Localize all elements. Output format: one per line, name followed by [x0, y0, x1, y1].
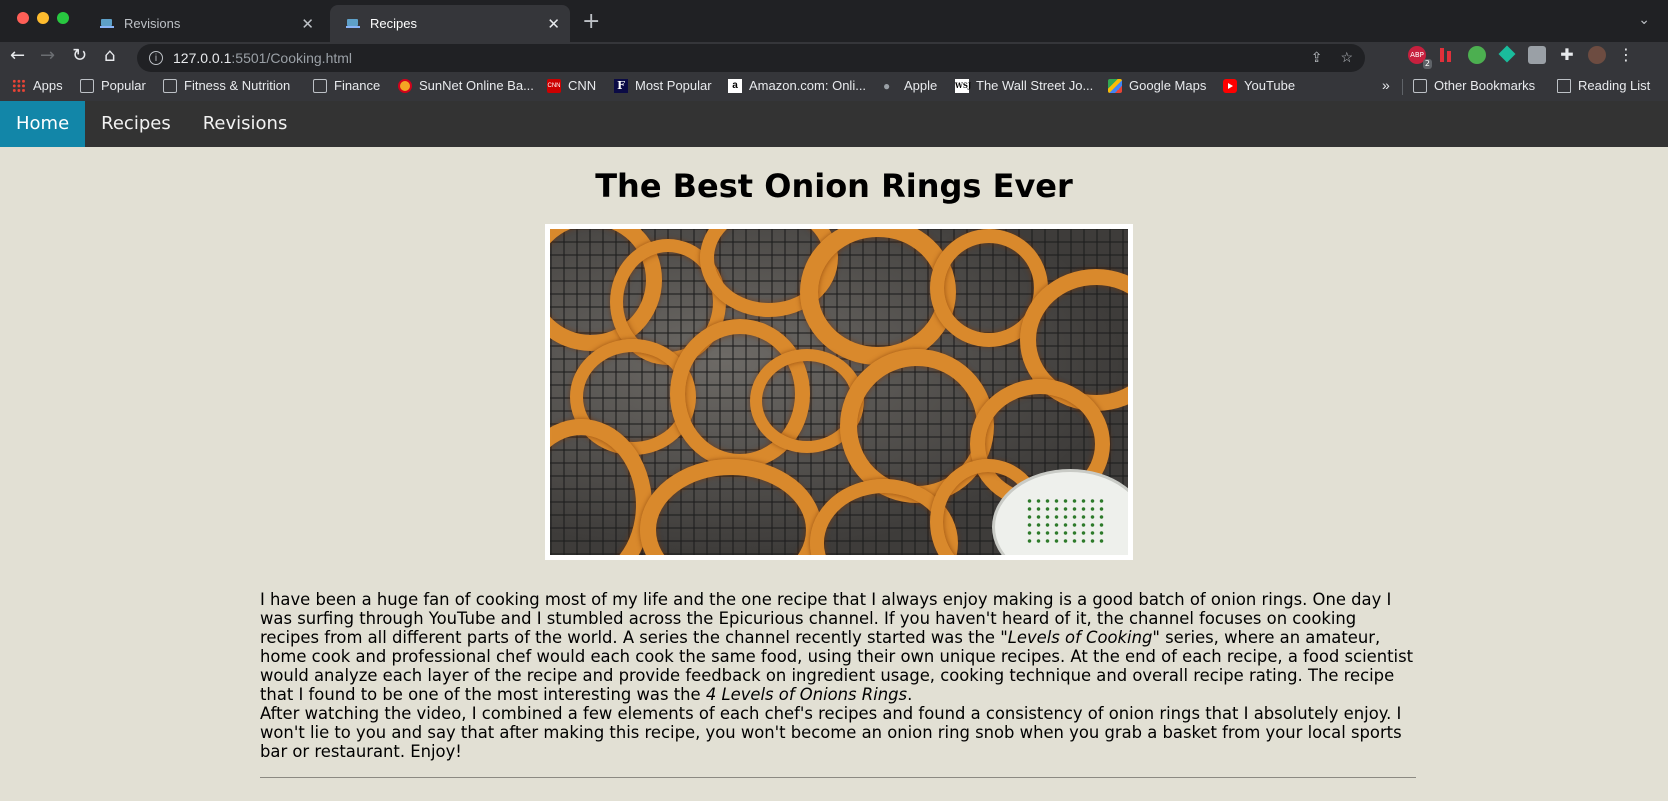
onion-rings-photo — [550, 229, 1128, 555]
horizontal-rule — [260, 777, 1416, 778]
bookmark-star-icon[interactable]: ☆ — [1340, 49, 1353, 66]
reading-list-icon — [1557, 78, 1571, 93]
new-tab-button[interactable]: + — [582, 9, 600, 34]
page-title: The Best Onion Rings Ever — [595, 167, 1073, 205]
grey-extension-icon[interactable] — [1528, 46, 1546, 64]
article-body: I have been a huge fan of cooking most o… — [260, 590, 1416, 761]
bookmark-youtube[interactable]: YouTube — [1223, 78, 1295, 93]
bookmark-label: Apple — [904, 78, 938, 93]
bookmark-label: Finance — [334, 78, 381, 93]
bookmark-label: SunNet Online Ba... — [419, 78, 534, 93]
episode-title: 4 Levels of Onions Rings — [705, 685, 908, 704]
zoom-window-button[interactable] — [57, 12, 69, 24]
nav-revisions-link[interactable]: Revisions — [187, 101, 304, 147]
site-navbar: Home Recipes Revisions — [0, 101, 1668, 147]
hero-image-frame — [545, 224, 1133, 560]
folder-icon — [163, 78, 177, 93]
browser-chrome: Revisions ✕ Recipes ✕ + ⌄ ← → ↻ ⌂ i 127.… — [0, 0, 1668, 101]
bookmark-label: Google Maps — [1129, 78, 1207, 93]
intro-paragraph: I have been a huge fan of cooking most o… — [260, 590, 1416, 704]
extensions-area: ABP 2 ✚ ⋮ — [1408, 46, 1636, 69]
laptop-icon — [346, 18, 360, 29]
nav-home-link[interactable]: Home — [0, 101, 86, 147]
address-bar[interactable]: i 127.0.0.1:5501/Cooking.html ⇪ ☆ — [137, 44, 1365, 72]
laptop-icon — [100, 18, 114, 29]
bookmark-wsj[interactable]: WSJ The Wall Street Jo... — [955, 78, 1093, 93]
site-info-icon[interactable]: i — [149, 51, 163, 65]
second-paragraph: After watching the video, I combined a f… — [260, 704, 1402, 761]
youtube-icon — [1223, 78, 1237, 93]
close-window-button[interactable] — [17, 12, 29, 24]
adblock-extension-icon[interactable]: ABP 2 — [1408, 46, 1432, 69]
google-maps-icon — [1108, 78, 1122, 93]
close-tab-icon[interactable]: ✕ — [547, 15, 560, 33]
bookmark-label: Most Popular — [635, 78, 712, 93]
bookmark-fitness-nutrition[interactable]: Fitness & Nutrition — [163, 78, 290, 93]
bar-chart-extension-icon[interactable] — [1438, 46, 1456, 64]
bookmark-other-bookmarks[interactable]: Other Bookmarks — [1413, 78, 1535, 93]
bookmark-sunnet[interactable]: SunNet Online Ba... — [398, 78, 534, 93]
tab-title: Recipes — [370, 16, 417, 31]
folder-icon — [80, 78, 94, 93]
reading-list-label: Reading List — [1578, 78, 1651, 93]
bookmark-label: Apps — [33, 78, 63, 93]
apple-icon: ● — [883, 78, 891, 93]
text-run: . — [907, 685, 913, 704]
series-title: "Levels of Cooking" — [1000, 628, 1160, 647]
bookmarks-bar: Apps Popular Fitness & Nutrition Finance… — [0, 72, 1668, 101]
forbes-icon: F — [614, 78, 628, 93]
close-tab-icon[interactable]: ✕ — [301, 15, 314, 33]
teal-extension-icon[interactable] — [1498, 46, 1516, 64]
bookmark-google-maps[interactable]: Google Maps — [1108, 78, 1206, 93]
share-icon[interactable]: ⇪ — [1311, 49, 1323, 66]
bookmark-finance[interactable]: Finance — [313, 78, 380, 93]
tab-strip: Revisions ✕ Recipes ✕ + ⌄ — [0, 0, 1668, 42]
bookmark-most-popular[interactable]: F Most Popular — [614, 78, 712, 93]
back-arrow-icon[interactable]: ← — [10, 45, 25, 67]
bookmark-amazon[interactable]: a Amazon.com: Onli... — [728, 78, 866, 93]
forward-arrow-icon[interactable]: → — [40, 45, 55, 67]
tab-search-chevron-icon[interactable]: ⌄ — [1638, 12, 1650, 28]
onion-ring — [640, 459, 822, 555]
folder-icon — [313, 78, 327, 93]
sunnet-icon — [398, 78, 412, 93]
apps-grid-icon — [12, 78, 26, 93]
bookmark-label: Popular — [101, 78, 146, 93]
tab-revisions[interactable]: Revisions ✕ — [84, 5, 324, 42]
nav-recipes-link[interactable]: Recipes — [85, 101, 187, 147]
url-host: 127.0.0.1 — [173, 50, 232, 66]
main-content: The Best Onion Rings Ever I have been a … — [0, 147, 1668, 801]
bookmark-label: Fitness & Nutrition — [184, 78, 291, 93]
wsj-icon: WSJ — [955, 78, 971, 93]
green-check-extension-icon[interactable] — [1468, 46, 1486, 64]
profile-avatar[interactable] — [1588, 46, 1606, 64]
bookmark-label: The Wall Street Jo... — [976, 78, 1094, 93]
bookmark-popular[interactable]: Popular — [80, 78, 146, 93]
minimize-window-button[interactable] — [37, 12, 49, 24]
more-bookmarks-chevron-icon[interactable]: » — [1382, 77, 1390, 93]
amazon-icon: a — [728, 78, 742, 93]
home-icon[interactable]: ⌂ — [104, 45, 115, 67]
url-path: :5501/Cooking.html — [231, 50, 353, 66]
cnn-icon: CNN — [547, 78, 561, 93]
bookmark-cnn[interactable]: CNN CNN — [547, 78, 596, 93]
puzzle-extensions-icon[interactable]: ✚ — [1558, 46, 1576, 64]
window-controls — [17, 12, 69, 24]
reload-icon[interactable]: ↻ — [72, 45, 87, 67]
bookmark-label: Other Bookmarks — [1434, 78, 1536, 93]
extension-badge: 2 — [1422, 59, 1432, 69]
bookmark-label: CNN — [568, 78, 597, 93]
kebab-menu-icon[interactable]: ⋮ — [1618, 46, 1636, 64]
browser-toolbar: ← → ↻ ⌂ i 127.0.0.1:5501/Cooking.html ⇪ … — [0, 42, 1668, 72]
bookmark-label: YouTube — [1244, 78, 1296, 93]
bookmark-apple[interactable]: ● Apple — [883, 78, 937, 93]
bookmarks-divider — [1402, 79, 1403, 95]
tab-recipes[interactable]: Recipes ✕ — [330, 5, 570, 42]
folder-icon — [1413, 78, 1427, 93]
bookmark-apps[interactable]: Apps — [12, 78, 63, 93]
reading-list-button[interactable]: Reading List — [1557, 78, 1650, 93]
bookmark-label: Amazon.com: Onli... — [749, 78, 867, 93]
tab-title: Revisions — [124, 16, 181, 31]
